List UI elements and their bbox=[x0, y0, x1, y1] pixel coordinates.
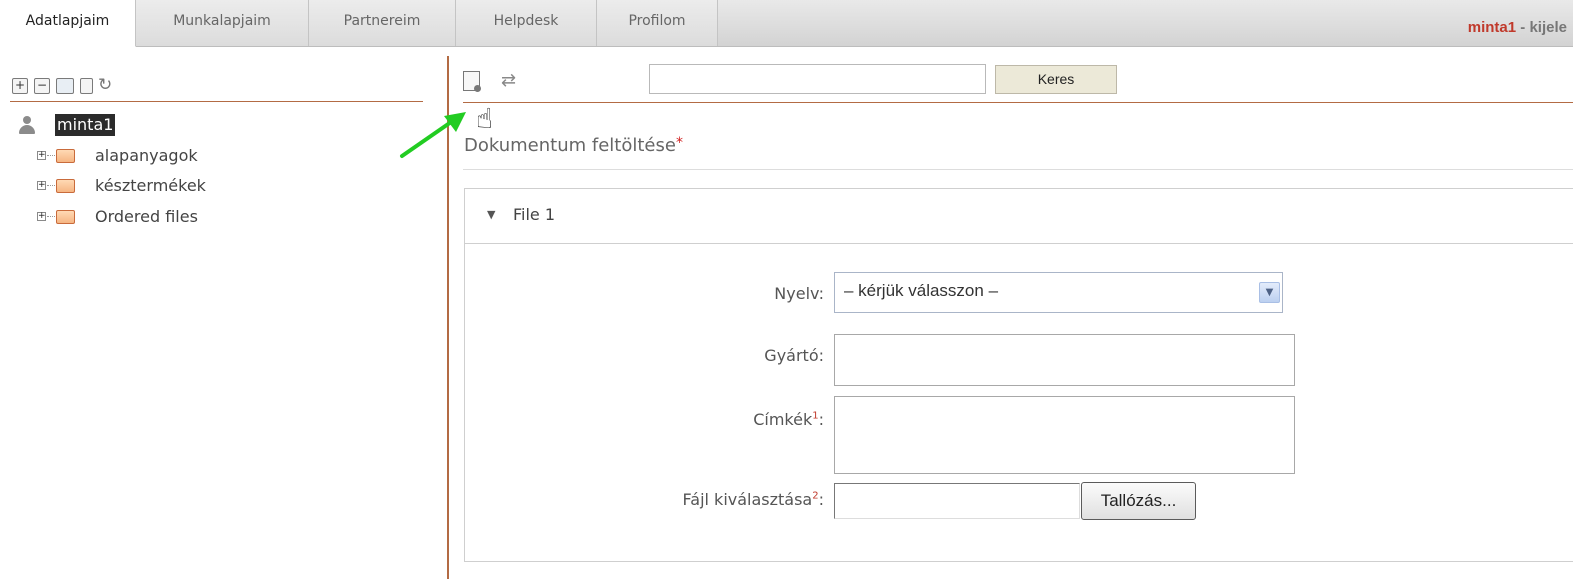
toolbar-divider bbox=[10, 101, 423, 102]
tab-partnereim[interactable]: Partnereim bbox=[309, 0, 456, 46]
user-box: minta1 - kijele bbox=[1468, 0, 1573, 46]
tree-item-label[interactable]: Ordered files bbox=[95, 206, 198, 228]
logout-link[interactable]: kijele bbox=[1529, 19, 1567, 36]
collapse-triangle-icon[interactable]: ▼ bbox=[487, 209, 495, 221]
browse-button[interactable]: Tallózás... bbox=[1081, 482, 1196, 520]
chevron-down-icon[interactable]: ▼ bbox=[1259, 282, 1280, 303]
page-title-text: Dokumentum feltöltése bbox=[464, 135, 676, 156]
folder-icon bbox=[56, 149, 75, 163]
refresh-icon[interactable]: ↻ bbox=[98, 76, 112, 94]
tree-connector bbox=[47, 216, 55, 217]
tree-connector bbox=[47, 185, 55, 186]
refresh-icon[interactable]: ⇄ bbox=[501, 72, 516, 90]
manufacturer-field[interactable] bbox=[834, 334, 1295, 386]
file-label: Fájl kiválasztása2: bbox=[466, 490, 824, 509]
green-arrow-icon bbox=[400, 112, 466, 158]
tree-item-label[interactable]: alapanyagok bbox=[95, 145, 198, 167]
tags-label-text: Címkék bbox=[753, 410, 813, 429]
username-link[interactable]: minta1 bbox=[1468, 19, 1516, 36]
file-label-text: Fájl kiválasztása bbox=[682, 490, 813, 509]
title-divider bbox=[463, 169, 1573, 170]
folder-tree-panel: + − ↻ minta1 + alapanyagok + készterméke… bbox=[0, 47, 447, 579]
top-tab-bar: Adatlapjaim Munkalapjaim Partnereim Help… bbox=[0, 0, 1573, 47]
upload-document-icon[interactable] bbox=[463, 71, 481, 92]
expand-icon[interactable]: + bbox=[37, 181, 46, 190]
expand-icon[interactable]: + bbox=[37, 212, 46, 221]
tab-helpdesk[interactable]: Helpdesk bbox=[456, 0, 597, 46]
new-document-icon[interactable] bbox=[80, 78, 93, 94]
tree-root-label[interactable]: minta1 bbox=[55, 114, 116, 136]
fieldset-title[interactable]: File 1 bbox=[513, 205, 555, 224]
folder-icon bbox=[56, 179, 75, 193]
expand-icon[interactable]: + bbox=[37, 151, 46, 160]
user-icon bbox=[18, 115, 36, 135]
language-selected-value: – kérjük válasszon – bbox=[844, 281, 999, 300]
collapse-all-icon[interactable]: − bbox=[34, 78, 50, 94]
language-label: Nyelv: bbox=[774, 284, 824, 303]
expand-all-icon[interactable]: + bbox=[12, 78, 28, 94]
page-title: Dokumentum feltöltése* bbox=[464, 135, 683, 156]
tab-adatlapjaim[interactable]: Adatlapjaim bbox=[0, 0, 136, 47]
manufacturer-label: Gyártó: bbox=[764, 346, 824, 365]
hand-cursor-icon: ☝ bbox=[476, 102, 494, 135]
folder-icon bbox=[56, 210, 75, 224]
user-separator: - bbox=[1516, 19, 1530, 36]
search-input[interactable] bbox=[649, 64, 986, 94]
search-button[interactable]: Keres bbox=[995, 65, 1117, 94]
new-folder-icon[interactable] bbox=[56, 78, 74, 94]
toolbar-divider bbox=[463, 102, 1573, 103]
file-path-field[interactable] bbox=[834, 483, 1080, 519]
tab-profilom[interactable]: Profilom bbox=[597, 0, 718, 46]
tab-munkalapjaim[interactable]: Munkalapjaim bbox=[136, 0, 309, 46]
tree-connector bbox=[47, 155, 55, 156]
required-marker: * bbox=[675, 135, 683, 151]
tags-label: Címkék1: bbox=[466, 410, 824, 429]
tags-label-colon: : bbox=[818, 410, 824, 429]
tree-item-label[interactable]: késztermékek bbox=[95, 175, 206, 197]
fieldset-header[interactable]: ▼ File 1 bbox=[465, 189, 1573, 244]
tags-field[interactable] bbox=[834, 396, 1295, 474]
file-label-colon: : bbox=[818, 490, 824, 509]
language-select[interactable]: – kérjük válasszon – ▼ bbox=[834, 272, 1283, 313]
